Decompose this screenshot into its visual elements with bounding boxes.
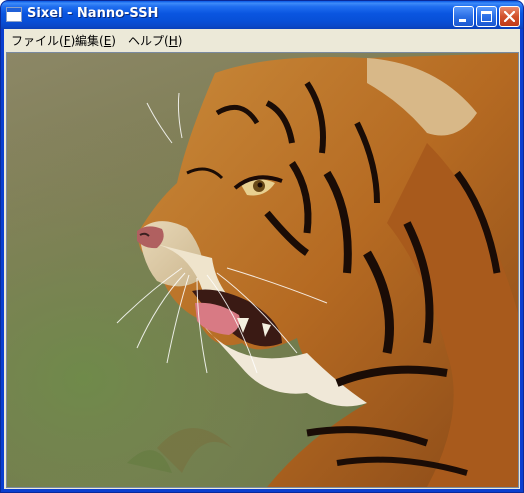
maximize-button[interactable]	[476, 6, 497, 27]
menu-file-label: ファイル(	[11, 34, 64, 48]
terminal-client-area[interactable]	[4, 50, 520, 489]
close-button[interactable]	[499, 6, 520, 27]
window-title: Sixel - Nanno-SSH	[27, 6, 159, 21]
title-bar[interactable]: Sixel - Nanno-SSH	[1, 1, 523, 29]
tiger-photo	[7, 53, 518, 487]
menu-bar: ファイル(F) 編集(E) ヘルプ(H)	[4, 29, 520, 50]
minimize-button[interactable]	[453, 6, 474, 27]
terminal-window-icon[interactable]	[6, 7, 22, 22]
menu-edit-label: 編集(	[75, 34, 104, 48]
close-icon	[504, 11, 515, 22]
menu-file[interactable]: ファイル(F)	[11, 32, 75, 49]
menu-edit[interactable]: 編集(E)	[75, 32, 116, 49]
menu-help-mnemonic: H	[168, 34, 178, 48]
menu-help[interactable]: ヘルプ(H)	[128, 32, 182, 49]
menu-edit-suffix: )	[111, 34, 116, 48]
menu-help-suffix: )	[177, 34, 183, 48]
menu-help-label: ヘルプ(	[128, 34, 169, 48]
app-window: Sixel - Nanno-SSH ファイル(F) 編集(E) ヘルプ(H)	[0, 0, 524, 493]
menu-file-mnemonic: F	[63, 34, 71, 48]
sixel-image	[6, 52, 519, 488]
